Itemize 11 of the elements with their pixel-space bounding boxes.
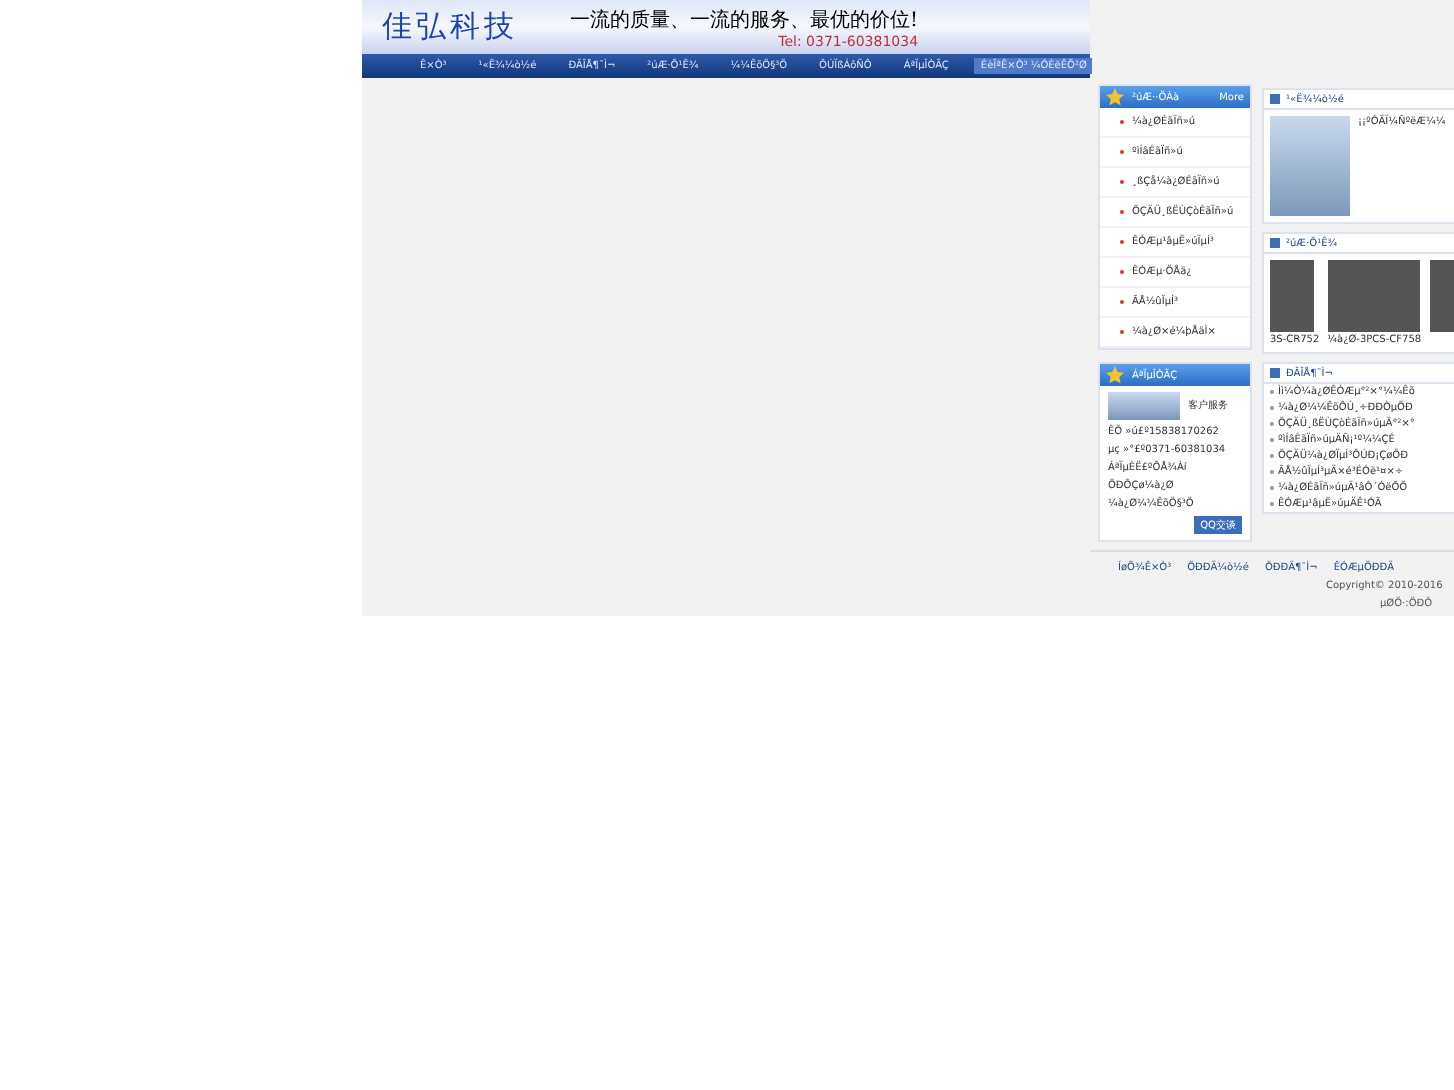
photo-placeholder bbox=[1108, 392, 1180, 420]
star-icon bbox=[1106, 366, 1124, 384]
star-icon bbox=[1106, 88, 1124, 106]
photo-placeholder bbox=[1270, 116, 1350, 216]
square-icon bbox=[1270, 368, 1280, 378]
square-icon bbox=[1270, 94, 1280, 104]
photo-placeholder bbox=[1327, 260, 1420, 332]
photo-placeholder bbox=[1270, 260, 1314, 332]
slogan: 一流的质量、一流的服务、最优的价位! bbox=[570, 7, 919, 33]
square-icon bbox=[1270, 238, 1280, 248]
logo-text: 佳弘科技 bbox=[382, 8, 518, 46]
